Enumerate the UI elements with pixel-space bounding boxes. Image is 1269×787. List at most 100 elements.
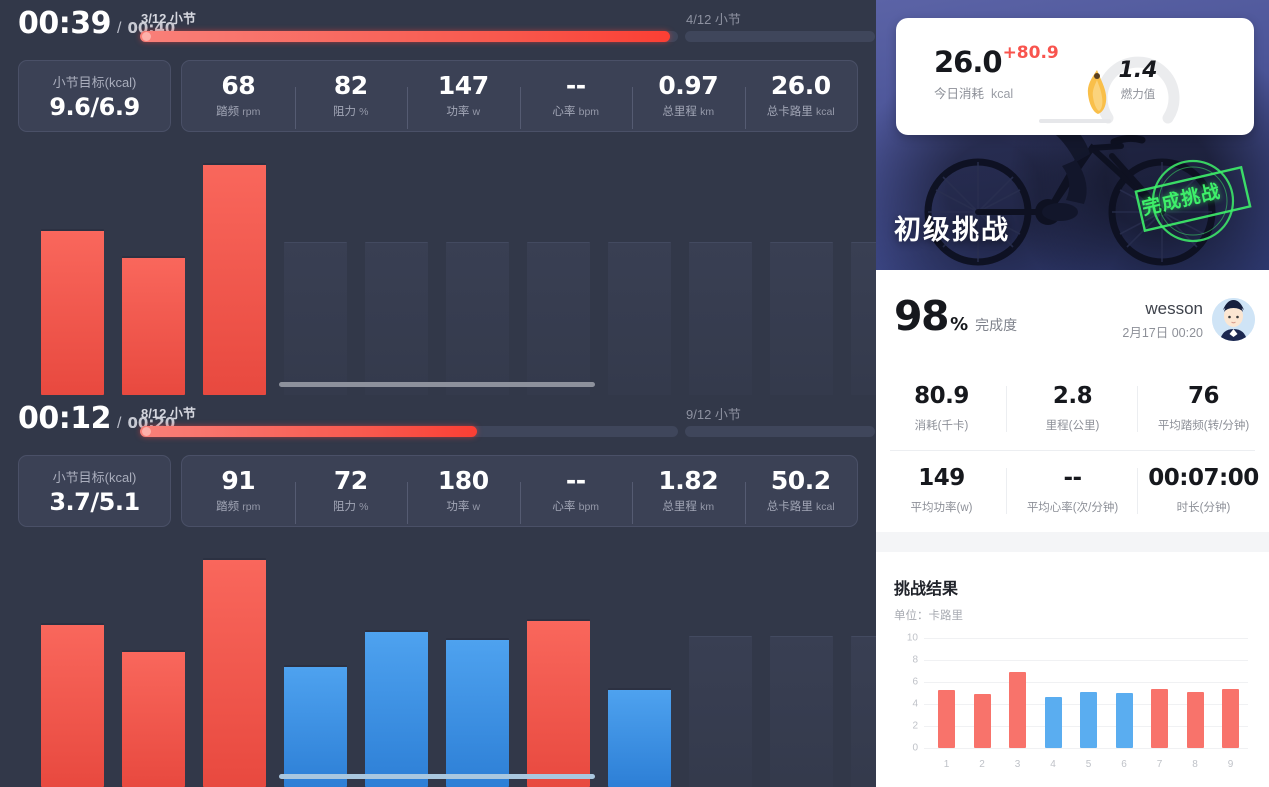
chart-bar bbox=[608, 687, 671, 787]
chart-y-tick: 8 bbox=[912, 654, 918, 666]
metric-cadence: 91 踏频 rpm bbox=[182, 468, 295, 513]
challenge-result-chart-card: 挑战结果 单位：卡路里 0 2 4 6 8 10 1 2 3 4 5 6 7 8 9 bbox=[876, 552, 1269, 787]
chart-bar bbox=[1009, 672, 1026, 748]
panel-header-bottom: 00:12 / 00:20 8/12 小节 9/12 小节 bbox=[0, 395, 876, 445]
metric-label: 总卡路里 kcal bbox=[767, 498, 835, 514]
progress-track-current-top[interactable] bbox=[140, 31, 678, 42]
metric-unit: km bbox=[700, 105, 715, 118]
metric-label: 功率 w bbox=[446, 103, 480, 119]
stats-divider bbox=[890, 450, 1255, 451]
stat-value: 76 bbox=[1187, 383, 1220, 409]
segment-goal-card-bottom: 小节目标(kcal) 3.7/5.1 bbox=[18, 455, 171, 527]
segment-next-label-bottom: 9/12 小节 bbox=[686, 407, 741, 422]
chart-bar-placeholder bbox=[365, 242, 428, 395]
metric-heartrate: -- 心率 bpm bbox=[519, 466, 633, 525]
stat-label: 平均功率(w) bbox=[910, 502, 973, 514]
progress-track-next-top[interactable] bbox=[685, 31, 875, 42]
chart-bar bbox=[365, 630, 428, 787]
chart-bar bbox=[1151, 688, 1168, 748]
metric-label: 踏频 rpm bbox=[216, 498, 260, 514]
chart-y-tick: 10 bbox=[906, 632, 918, 644]
chart-y-tick: 2 bbox=[912, 720, 918, 732]
chart-bar-placeholder bbox=[851, 635, 876, 787]
metric-label-text: 总卡路里 bbox=[766, 500, 813, 513]
intensity-chart-top bbox=[0, 140, 876, 395]
chart-bar-placeholder bbox=[689, 635, 752, 787]
daily-burn-delta: +80.9 bbox=[1002, 43, 1059, 63]
chart-bar-placeholder bbox=[608, 242, 671, 395]
metric-label: 总卡路里 kcal bbox=[767, 103, 835, 119]
metric-card-top: 68 踏频 rpm 82 阻力 % 147 功率 w -- 心率 bpm 0.9… bbox=[181, 60, 858, 132]
metric-resistance: 82 阻力 % bbox=[294, 71, 408, 130]
daily-burn-card[interactable]: 26.0 +80.9 今日消耗 kcal 1.4 燃力值 bbox=[896, 18, 1254, 135]
metric-unit: rpm bbox=[242, 105, 261, 118]
gauge-value: 1.4 bbox=[1118, 58, 1158, 83]
challenge-title: 初级挑战 bbox=[894, 215, 1010, 245]
progress-cap-top bbox=[142, 32, 151, 41]
chart-bar-placeholder bbox=[689, 242, 752, 395]
chart-bar bbox=[1186, 691, 1204, 748]
metrics-strip-bottom: 小节目标(kcal) 3.7/5.1 91 踏频 rpm 72 阻力 % 180… bbox=[18, 455, 858, 527]
segment-goal-card-top: 小节目标(kcal) 9.6/6.9 bbox=[18, 60, 171, 132]
metric-resistance: 72 阻力 % bbox=[294, 468, 408, 525]
bike-session-panel-bottom: 00:12 / 00:20 8/12 小节 9/12 小节 小节目标(kcal)… bbox=[0, 395, 876, 787]
challenge-result-card: 98 % 完成度 wesson 2月17日 00:20 80.9 消耗(千卡) … bbox=[876, 270, 1269, 532]
card-drag-handle[interactable] bbox=[1039, 119, 1111, 123]
metric-value: 82 bbox=[333, 71, 368, 101]
timer-separator: / bbox=[117, 415, 122, 432]
metric-value: 147 bbox=[437, 71, 489, 101]
burn-gauge: 1.4 燃力值 bbox=[1086, 34, 1190, 126]
metric-heartrate: -- 心率 bpm bbox=[519, 73, 633, 130]
chart-bar bbox=[1080, 691, 1097, 748]
metric-unit: w bbox=[472, 500, 481, 513]
metric-value: -- bbox=[565, 466, 586, 496]
chart-bar-placeholder bbox=[284, 242, 347, 395]
metric-unit: % bbox=[359, 105, 369, 118]
section-gap bbox=[876, 532, 1269, 552]
progress-track-current-bottom[interactable] bbox=[140, 426, 678, 437]
chart-scrollbar[interactable] bbox=[279, 382, 595, 387]
stat-value: 2.8 bbox=[1052, 383, 1093, 409]
stat-calories: 80.9 消耗(千卡) bbox=[876, 368, 1007, 450]
user-name: wesson bbox=[1145, 299, 1203, 318]
segment-goal-value: 3.7/5.1 bbox=[49, 487, 140, 516]
chart-bar bbox=[1044, 697, 1062, 748]
metric-label-text: 阻力 bbox=[332, 500, 356, 513]
chart-bar bbox=[1115, 693, 1133, 748]
stat-label: 平均踏频(转/分钟) bbox=[1157, 420, 1250, 432]
chart-bar-placeholder bbox=[770, 635, 833, 787]
avatar[interactable] bbox=[1212, 298, 1255, 342]
completion-percent: 98 % 完成度 bbox=[894, 296, 1017, 337]
metric-label: 心率 bpm bbox=[552, 103, 599, 119]
stat-avg-cadence: 76 平均踏频(转/分钟) bbox=[1138, 368, 1269, 450]
progress-track-next-bottom[interactable] bbox=[685, 426, 875, 437]
session-date: 2月17日 00:20 bbox=[1122, 326, 1203, 341]
chart-gridline bbox=[924, 682, 1248, 683]
gauge-label: 燃力值 bbox=[1120, 89, 1156, 101]
metric-total-calories: 50.2 总卡路里 kcal bbox=[744, 466, 858, 525]
metric-label-text: 功率 bbox=[446, 500, 470, 513]
completion-percent-label: 完成度 bbox=[975, 317, 1018, 333]
chart-y-tick: 4 bbox=[912, 698, 918, 710]
metric-value: 50.2 bbox=[770, 466, 831, 496]
stat-label: 平均心率(次/分钟) bbox=[1026, 502, 1119, 514]
chart-bar bbox=[527, 619, 590, 787]
intensity-chart-bottom bbox=[0, 535, 876, 787]
metric-value: 180 bbox=[437, 466, 489, 496]
metric-label: 心率 bpm bbox=[552, 498, 599, 514]
metric-unit: bpm bbox=[578, 500, 600, 513]
metric-label: 踏频 rpm bbox=[216, 103, 260, 119]
daily-burn-value: 26.0 bbox=[934, 45, 1003, 79]
metric-unit: km bbox=[700, 500, 715, 513]
user-meta: wesson 2月17日 00:20 bbox=[1122, 298, 1203, 341]
metric-label-text: 总卡路里 bbox=[766, 105, 813, 118]
metric-unit: rpm bbox=[242, 500, 261, 513]
metric-label-text: 心率 bbox=[552, 500, 576, 513]
metric-unit: w bbox=[472, 105, 481, 118]
chart-x-tick: 2 bbox=[979, 759, 985, 770]
metric-label-text: 功率 bbox=[446, 105, 470, 118]
chart-scrollbar[interactable] bbox=[279, 774, 595, 779]
user-info[interactable]: wesson 2月17日 00:20 bbox=[1122, 298, 1255, 342]
chart-bar bbox=[122, 649, 185, 787]
chart-x-tick: 1 bbox=[943, 759, 950, 770]
